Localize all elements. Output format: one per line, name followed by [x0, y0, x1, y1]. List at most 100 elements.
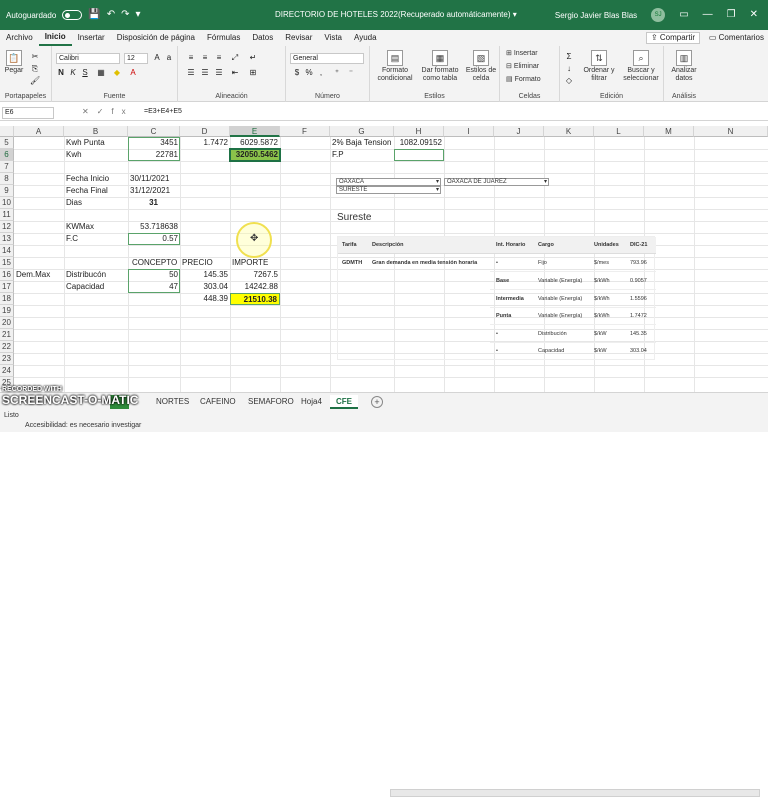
region-dropdown[interactable]: SURESTE — [336, 186, 441, 194]
ribbon-display-icon[interactable]: ▭ — [679, 10, 688, 20]
save-icon[interactable]: 💾 — [88, 10, 100, 20]
row-header[interactable]: 5 — [0, 137, 14, 149]
row-header-selected[interactable]: 6 — [0, 149, 14, 161]
document-title[interactable]: DIRECTORIO DE HOTELES 2022(Recuperado au… — [275, 10, 517, 19]
indent-icon[interactable]: ⇤ — [230, 68, 240, 78]
cell-e18[interactable]: 21510.38 — [230, 293, 280, 305]
cell-c15[interactable]: CONCEPTO — [130, 257, 180, 269]
fill-color-icon[interactable]: ◆ — [112, 68, 122, 78]
conditional-format-button[interactable]: ▤ Formato condicional — [374, 50, 416, 83]
column-header-selected[interactable]: E — [230, 126, 280, 137]
shrink-font-icon[interactable]: a — [164, 53, 174, 63]
row-header[interactable]: 24 — [0, 365, 14, 377]
cell-d16[interactable]: 145.35 — [180, 269, 230, 281]
restore-icon[interactable]: ❐ — [727, 10, 736, 20]
cell-b9[interactable]: Fecha Final — [64, 185, 128, 197]
row-header[interactable]: 22 — [0, 341, 14, 353]
column-header[interactable]: A — [14, 126, 64, 137]
row-header[interactable]: 13 — [0, 233, 14, 245]
align-middle-icon[interactable]: ≡ — [200, 53, 210, 63]
currency-icon[interactable]: $ — [292, 68, 302, 78]
column-header[interactable]: B — [64, 126, 128, 137]
customize-toolbar-icon[interactable]: ▾ — [136, 10, 141, 20]
column-header[interactable]: H — [394, 126, 444, 137]
align-center-icon[interactable]: ☰ — [200, 68, 210, 78]
find-select-button[interactable]: ⌕ Buscar y seleccionar — [620, 50, 662, 83]
font-name-select[interactable]: Calibri — [56, 53, 120, 64]
row-header[interactable]: 9 — [0, 185, 14, 197]
row-header[interactable]: 7 — [0, 161, 14, 173]
menu-insertar[interactable]: Insertar — [72, 30, 111, 46]
row-header[interactable]: 17 — [0, 281, 14, 293]
number-format-select[interactable]: General — [290, 53, 364, 64]
cell-b12[interactable]: KWMax — [64, 221, 128, 233]
cell-c10[interactable]: 31 — [128, 197, 160, 209]
menu-inicio[interactable]: Inicio — [38, 30, 72, 46]
comments-button[interactable]: ▭ Comentarios — [709, 32, 764, 44]
borders-icon[interactable]: ▦ — [96, 68, 106, 78]
format-as-table-button[interactable]: ▦ Dar formato como tabla — [418, 50, 462, 83]
row-header[interactable]: 20 — [0, 317, 14, 329]
fx-icon[interactable]: fx — [111, 107, 133, 116]
menu-vista[interactable]: Vista — [318, 30, 348, 46]
format-painter-icon[interactable]: 🖌 — [30, 76, 40, 86]
municipality-dropdown[interactable]: OAXACA DE JUAREZ — [444, 178, 549, 186]
avatar[interactable]: SJ — [651, 8, 666, 22]
sheet-tab-hoja4[interactable]: Hoja4 — [295, 395, 328, 409]
select-all-corner[interactable] — [0, 126, 14, 137]
align-bottom-icon[interactable]: ≡ — [214, 53, 224, 63]
horizontal-scrollbar[interactable] — [390, 789, 760, 797]
analyze-data-button[interactable]: ▥ Analizar datos — [668, 50, 700, 83]
copy-icon[interactable]: ⎘ — [30, 64, 40, 74]
redo-icon[interactable]: ↷ — [121, 10, 129, 20]
cell-b13[interactable]: F.C — [64, 233, 128, 245]
column-header[interactable]: L — [594, 126, 644, 137]
cell-d18[interactable]: 448.39 — [180, 293, 230, 305]
cell-c12[interactable]: 53.718638 — [128, 221, 180, 233]
add-sheet-icon[interactable]: + — [371, 396, 383, 408]
cell-b16[interactable]: Distribucón — [64, 269, 128, 281]
sheet-tab-cafeino[interactable]: CAFEINO — [194, 395, 242, 409]
autosum-icon[interactable]: Σ — [564, 52, 574, 62]
align-right-icon[interactable]: ☰ — [214, 68, 224, 78]
format-cells-button[interactable]: ▤ Formato — [506, 76, 541, 84]
decrease-decimal-icon[interactable]: ⁻ — [346, 68, 356, 78]
sort-filter-button[interactable]: ⇅ Ordenar y filtrar — [580, 50, 618, 83]
cell-b6[interactable]: Kwh — [64, 149, 128, 161]
sheet-tab-cfe[interactable]: CFE — [330, 395, 358, 409]
cell-c13[interactable]: 0.57 — [128, 233, 180, 245]
cell-d15[interactable]: PRECIO — [180, 257, 230, 269]
underline-icon[interactable]: S — [80, 68, 90, 78]
cell-h5[interactable]: 1082.09152 — [394, 137, 444, 149]
name-box[interactable]: E6 — [2, 107, 54, 119]
sheet-tab-nortes[interactable]: NORTES — [150, 395, 195, 409]
bold-icon[interactable]: N — [56, 68, 66, 78]
comma-style-icon[interactable]: , — [316, 68, 326, 78]
autosave-toggle[interactable] — [62, 10, 83, 20]
menu-formulas[interactable]: Fórmulas — [201, 30, 246, 46]
percent-icon[interactable]: % — [304, 68, 314, 78]
fill-icon[interactable]: ↓ — [564, 64, 574, 74]
share-button[interactable]: ⇪ Compartir — [645, 32, 700, 44]
accessibility-status[interactable]: Accesibilidad: es necesario investigar — [25, 422, 141, 429]
menu-datos[interactable]: Datos — [246, 30, 279, 46]
row-header[interactable]: 19 — [0, 305, 14, 317]
delete-cells-button[interactable]: ⊟ Eliminar — [506, 63, 539, 71]
clear-icon[interactable]: ◇ — [564, 76, 574, 86]
cell-styles-button[interactable]: ▧ Estilos de celda — [464, 50, 498, 83]
row-header[interactable]: 15 — [0, 257, 14, 269]
cell-c8[interactable]: 30/11/2021 — [128, 173, 180, 185]
menu-ayuda[interactable]: Ayuda — [348, 30, 383, 46]
sheet-tab-semaforo[interactable]: SEMAFORO — [242, 395, 300, 409]
cell-g5[interactable]: 2% Baja Tension — [330, 137, 394, 149]
column-header[interactable]: J — [494, 126, 544, 137]
cell-c16[interactable]: 50 — [128, 269, 180, 281]
row-header[interactable]: 14 — [0, 245, 14, 257]
column-header[interactable]: G — [330, 126, 394, 137]
cell-b10[interactable]: Dias — [64, 197, 128, 209]
insert-cells-button[interactable]: ⊞ Insertar — [506, 50, 538, 58]
paste-button[interactable]: 📋 Pegar — [4, 50, 24, 75]
undo-icon[interactable]: ↶ — [107, 10, 115, 20]
font-size-select[interactable]: 12 — [124, 53, 148, 64]
row-header[interactable]: 12 — [0, 221, 14, 233]
